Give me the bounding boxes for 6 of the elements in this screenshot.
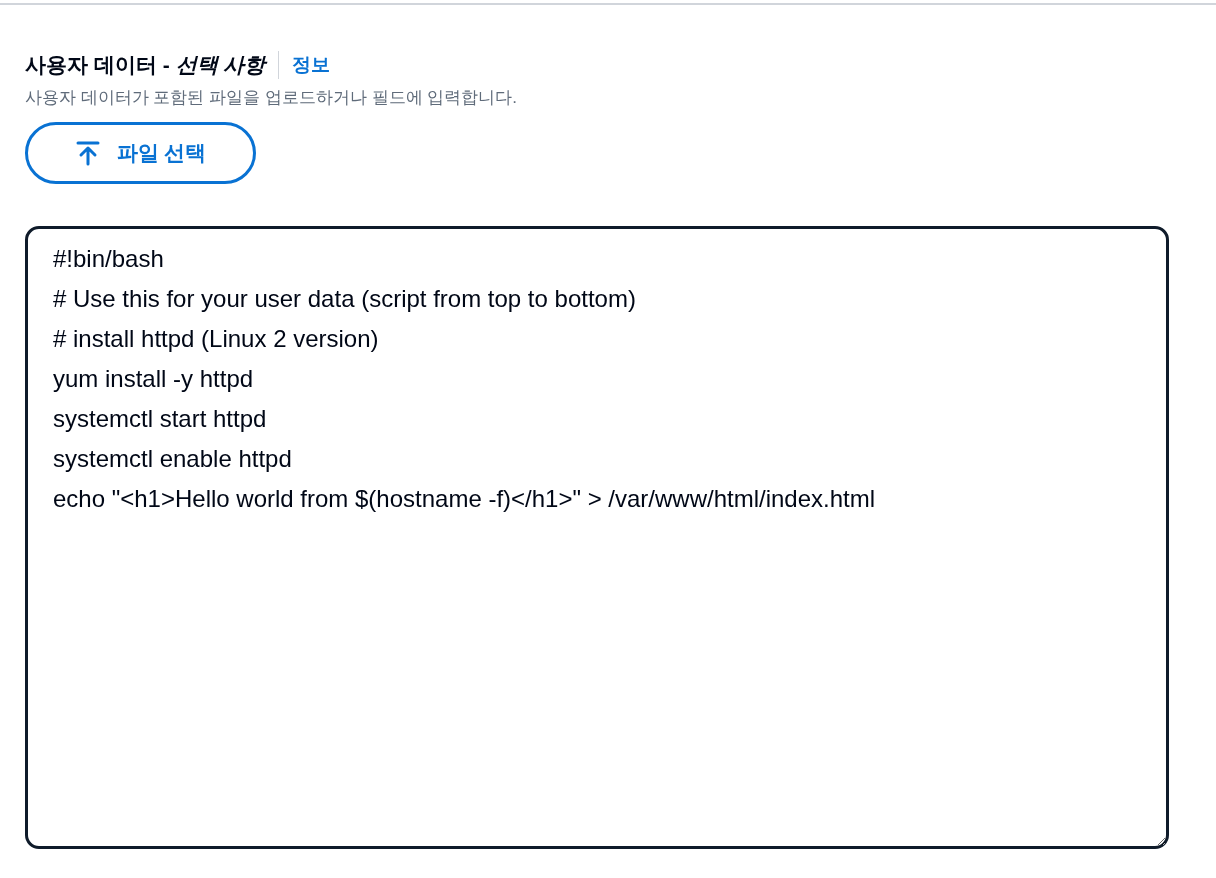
field-label: 사용자 데이터 - 선택 사항 [25,52,266,78]
user-data-textarea[interactable]: #!bin/bash # Use this for your user data (script from top to bottom) # install httpd (Linux 2 version) yum install -y httpd systemctl start httpd systemctl enable httpd echo "<h1>Hello world from $(hostname -f)</h1>" > /var/www/html/index.html [25,226,1169,849]
upload-icon [74,140,101,166]
field-description: 사용자 데이터가 포함된 파일을 업로드하거나 필드에 입력합니다. [25,86,519,109]
file-select-button[interactable]: 파일 선택 [25,122,256,184]
info-link[interactable]: 정보 [292,50,331,79]
